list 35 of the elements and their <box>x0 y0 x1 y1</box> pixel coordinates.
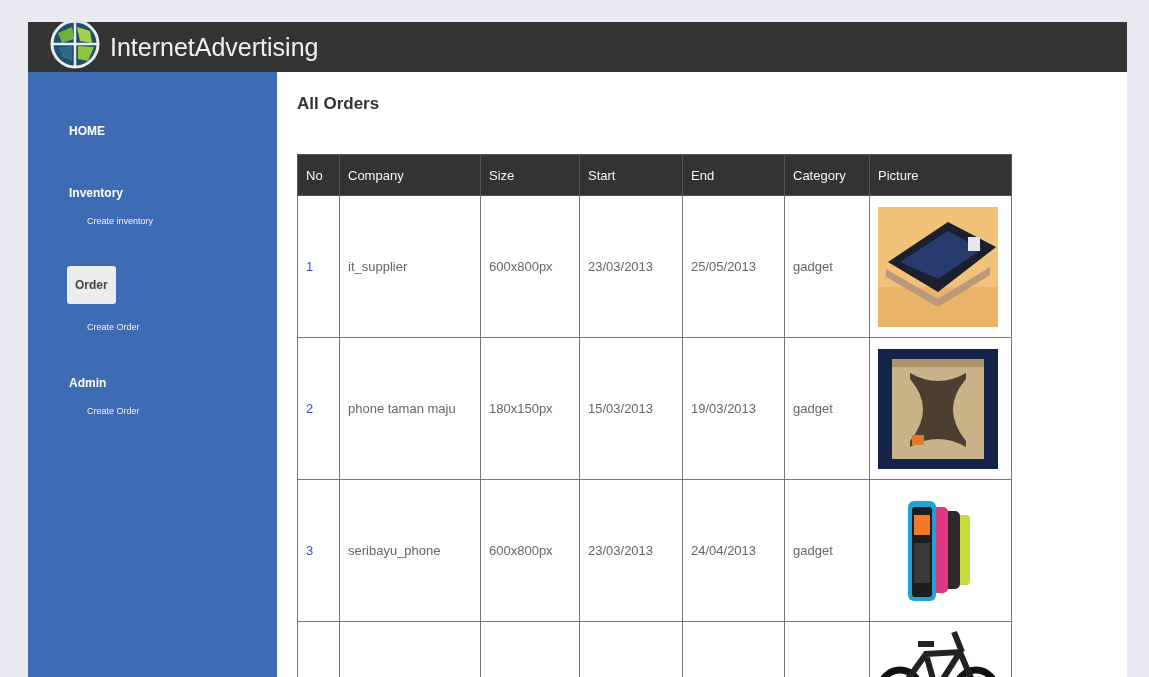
table-cell: gadget <box>793 259 833 274</box>
table-cell: 600x800px <box>489 543 553 558</box>
nav-link[interactable]: Inventory <box>67 182 125 204</box>
column-header: Category <box>784 154 870 196</box>
nav-sublink[interactable]: Create Order <box>87 406 140 416</box>
table-cell: 600x800px <box>489 259 553 274</box>
site-title: InternetAdvertising <box>110 32 319 62</box>
table-cell: gadget <box>793 401 833 416</box>
globe-icon <box>50 22 100 69</box>
column-header: Picture <box>869 154 1012 196</box>
table-cell: it_supplier <box>348 259 408 274</box>
page-heading: All Orders <box>297 94 381 114</box>
nav-link[interactable]: HOME <box>67 120 107 142</box>
nav-sublink[interactable]: Create inventory <box>87 216 154 226</box>
nav-link[interactable]: Admin <box>67 372 109 394</box>
column-header: Size <box>480 154 580 196</box>
table-cell: 23/03/2013 <box>588 259 654 274</box>
column-header: No <box>297 154 340 196</box>
table-cell: seribayu_phone <box>348 543 441 558</box>
nav-sublink[interactable]: Create Order <box>87 322 140 332</box>
column-header: Start <box>579 154 683 196</box>
table-cell: phone taman maju <box>348 401 456 416</box>
row-number-link[interactable]: 1 <box>306 259 314 274</box>
row-number-link[interactable]: 2 <box>306 401 314 416</box>
table-cell: gadget <box>793 543 833 558</box>
column-header: End <box>682 154 785 196</box>
nav-link[interactable]: Order <box>67 266 116 304</box>
table-cell: 15/03/2013 <box>588 401 654 416</box>
table-cell: 24/04/2013 <box>691 543 757 558</box>
table-cell: 19/03/2013 <box>691 401 757 416</box>
table-cell: 25/05/2013 <box>691 259 757 274</box>
row-number-link[interactable]: 3 <box>306 543 314 558</box>
table-cell: 180x150px <box>489 401 553 416</box>
table-cell: 23/03/2013 <box>588 543 654 558</box>
column-header: Company <box>339 154 481 196</box>
